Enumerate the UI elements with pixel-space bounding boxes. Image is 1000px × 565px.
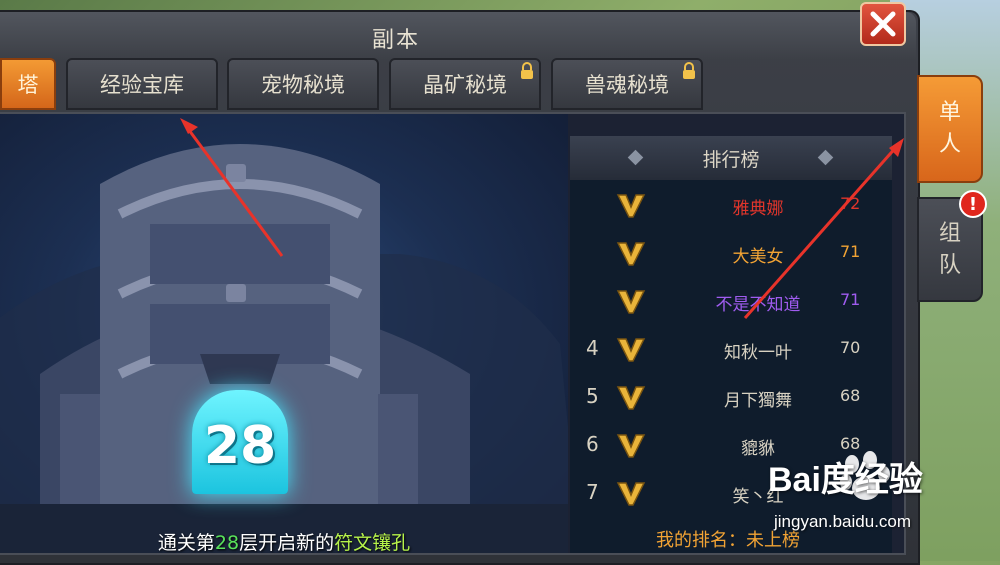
table-row[interactable]: 5 月下獨舞 68	[570, 374, 892, 422]
rank-badge-icon	[616, 482, 646, 506]
tab-beast-soul-realm[interactable]: 兽魂秘境	[551, 58, 703, 110]
ranking-title: 排行榜	[702, 148, 760, 171]
rank-badge-icon	[616, 434, 646, 458]
caption-highlight: 符文镶孔	[334, 532, 411, 553]
side-tab-single[interactable]: 单人	[917, 75, 983, 183]
rank-badge-icon	[616, 194, 646, 218]
rank-score: 70	[840, 338, 861, 357]
table-row[interactable]: 不是不知道 71	[570, 278, 892, 326]
rank-number: 6	[586, 432, 599, 456]
my-rank-label: 我的排名：	[656, 530, 746, 551]
tower-level-number: 28	[203, 416, 277, 476]
rank-score: 68	[840, 386, 861, 405]
tower-scene: 28 通关第28层开启新的符文镶孔	[0, 114, 568, 553]
rank-number: 4	[586, 336, 599, 360]
side-tab-label: 单人	[938, 100, 961, 157]
tab-label: 宠物秘境	[261, 73, 345, 97]
rank-player-name: 知秋一叶	[724, 343, 792, 363]
rank-score: 72	[840, 194, 861, 213]
tab-crystal-realm[interactable]: 晶矿秘境	[389, 58, 541, 110]
tower-level-panel[interactable]: 28	[192, 390, 288, 494]
side-tab-label: 组队	[938, 220, 961, 278]
diamond-icon	[627, 149, 644, 166]
watermark: Bai度经验 jingyan.baidu.com	[768, 450, 1000, 540]
close-button[interactable]	[860, 2, 906, 46]
rank-badge-icon	[616, 242, 646, 266]
rank-number: 5	[586, 384, 599, 408]
lock-icon	[521, 62, 533, 79]
diamond-icon	[817, 149, 834, 166]
tab-label: 塔	[17, 73, 39, 97]
rank-badge-icon	[616, 386, 646, 410]
rank-badge-icon	[616, 290, 646, 314]
rank-player-name: 月下獨舞	[724, 391, 792, 411]
rank-badge-icon	[616, 338, 646, 362]
tab-pet-realm[interactable]: 宠物秘境	[227, 58, 379, 110]
tab-label: 经验宝库	[100, 73, 184, 97]
watermark-brand: Bai度经验	[768, 461, 923, 499]
tab-label: 兽魂秘境	[585, 73, 669, 97]
tab-tower[interactable]: 塔	[0, 58, 56, 110]
tab-label: 晶矿秘境	[423, 73, 507, 97]
table-row[interactable]: 4 知秋一叶 70	[570, 326, 892, 374]
unlock-caption: 通关第28层开启新的符文镶孔	[0, 528, 568, 553]
rank-player-name: 不是不知道	[715, 295, 801, 315]
rank-number: 7	[586, 480, 599, 504]
alert-icon: !	[959, 190, 987, 218]
rank-score: 71	[840, 290, 861, 309]
close-icon	[870, 11, 896, 37]
ranking-header: 排行榜	[570, 136, 892, 180]
caption-prefix: 通关第	[157, 532, 215, 553]
watermark-url: jingyan.baidu.com	[774, 512, 912, 531]
caption-level: 28	[214, 532, 240, 553]
rank-score: 71	[840, 242, 861, 261]
title-bar: 副本	[0, 12, 916, 60]
lock-icon	[683, 62, 695, 79]
caption-middle: 层开启新的	[239, 532, 335, 553]
tab-exp-treasury[interactable]: 经验宝库	[66, 58, 218, 110]
table-row[interactable]: 大美女 71	[570, 230, 892, 278]
rank-player-name: 雅典娜	[732, 199, 784, 219]
window-title: 副本	[371, 28, 420, 53]
table-row[interactable]: 雅典娜 72	[570, 182, 892, 230]
rank-player-name: 大美女	[732, 247, 784, 267]
